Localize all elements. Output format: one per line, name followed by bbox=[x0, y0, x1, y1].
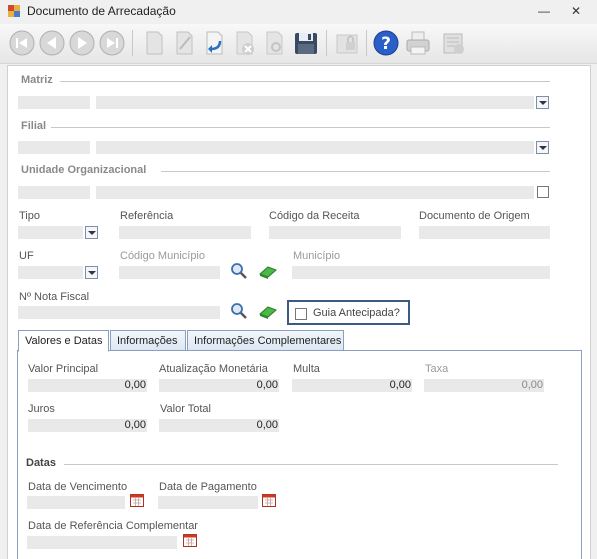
section-matriz: Matriz bbox=[21, 74, 53, 86]
section-filial: Filial bbox=[21, 120, 47, 132]
valor-principal-label: Valor Principal bbox=[28, 363, 99, 375]
uf-field[interactable] bbox=[18, 266, 83, 279]
codigo-municipio-field[interactable] bbox=[119, 266, 220, 279]
taxa-field[interactable]: 0,00 bbox=[424, 379, 544, 392]
search-document-icon[interactable] bbox=[260, 29, 288, 57]
tipo-field[interactable] bbox=[18, 226, 83, 239]
documento-origem-label: Documento de Origem bbox=[419, 210, 530, 222]
print-icon[interactable] bbox=[404, 29, 432, 57]
close-button[interactable]: ✕ bbox=[568, 3, 584, 19]
app-icon bbox=[7, 4, 21, 18]
filial-name-field[interactable] bbox=[96, 141, 534, 154]
lock-icon[interactable] bbox=[333, 29, 361, 57]
divider bbox=[51, 127, 550, 128]
codigo-municipio-label: Código Município bbox=[120, 250, 205, 262]
divider bbox=[64, 464, 558, 465]
uf-dropdown-icon[interactable] bbox=[85, 266, 98, 279]
report-icon[interactable] bbox=[440, 29, 468, 57]
atualizacao-label: Atualização Monetária bbox=[159, 363, 268, 375]
svg-text:?: ? bbox=[381, 34, 391, 54]
calendar-icon[interactable] bbox=[262, 493, 276, 507]
referencia-complementar-field[interactable] bbox=[27, 536, 177, 549]
filial-dropdown-icon[interactable] bbox=[536, 141, 549, 154]
vencimento-field[interactable] bbox=[27, 496, 125, 509]
tab-informacoes-complementares[interactable]: Informações Complementares bbox=[187, 330, 344, 351]
pagamento-field[interactable] bbox=[158, 496, 258, 509]
multa-label: Multa bbox=[293, 363, 320, 375]
documento-origem-field[interactable] bbox=[419, 226, 550, 239]
new-document-icon[interactable] bbox=[140, 29, 168, 57]
valor-total-field[interactable]: 0,00 bbox=[159, 419, 279, 432]
juros-label: Juros bbox=[28, 403, 55, 415]
guia-antecipada-checkbox[interactable] bbox=[295, 308, 307, 320]
guia-antecipada-label: Guia Antecipada? bbox=[313, 307, 400, 319]
matriz-code-field[interactable] bbox=[18, 96, 90, 109]
municipio-label: Município bbox=[293, 250, 341, 262]
calendar-icon[interactable] bbox=[130, 493, 144, 507]
valor-total-label: Valor Total bbox=[160, 403, 211, 415]
section-datas: Datas bbox=[26, 457, 56, 469]
window-title: Documento de Arrecadação bbox=[27, 4, 176, 18]
divider bbox=[161, 171, 550, 172]
save-icon[interactable] bbox=[292, 29, 320, 57]
tab-valores-datas[interactable]: Valores e Datas bbox=[18, 330, 109, 352]
referencia-field[interactable] bbox=[119, 226, 251, 239]
delete-icon[interactable] bbox=[230, 29, 258, 57]
matriz-dropdown-icon[interactable] bbox=[536, 96, 549, 109]
clear-eraser-icon[interactable] bbox=[258, 261, 278, 281]
calendar-icon[interactable] bbox=[183, 533, 197, 547]
next-record-icon[interactable] bbox=[68, 29, 96, 57]
tipo-dropdown-icon[interactable] bbox=[85, 226, 98, 239]
divider bbox=[60, 81, 550, 82]
minimize-button[interactable]: — bbox=[536, 3, 552, 19]
unidade-checkbox[interactable] bbox=[537, 186, 549, 198]
section-unidade: Unidade Organizacional bbox=[21, 164, 147, 176]
vencimento-label: Data de Vencimento bbox=[28, 481, 128, 493]
codigo-receita-field[interactable] bbox=[269, 226, 401, 239]
uf-label: UF bbox=[19, 250, 34, 262]
matriz-name-field[interactable] bbox=[96, 96, 534, 109]
guia-antecipada-box[interactable]: Guia Antecipada? bbox=[287, 300, 410, 325]
nota-fiscal-label: Nº Nota Fiscal bbox=[19, 291, 90, 303]
juros-field[interactable]: 0,00 bbox=[28, 419, 147, 432]
municipio-field[interactable] bbox=[292, 266, 550, 279]
multa-field[interactable]: 0,00 bbox=[292, 379, 412, 392]
unidade-name-field[interactable] bbox=[96, 186, 534, 199]
title-bar: Documento de Arrecadação — ✕ bbox=[0, 0, 597, 22]
edit-icon[interactable] bbox=[170, 29, 198, 57]
referencia-complementar-label: Data de Referência Complementar bbox=[28, 520, 198, 532]
search-nota-icon[interactable] bbox=[229, 301, 249, 321]
toolbar: ? bbox=[0, 24, 597, 64]
codigo-receita-label: Código da Receita bbox=[269, 210, 360, 222]
valor-principal-field[interactable]: 0,00 bbox=[28, 379, 147, 392]
referencia-label: Referência bbox=[120, 210, 174, 222]
filial-code-field[interactable] bbox=[18, 141, 90, 154]
atualizacao-field[interactable]: 0,00 bbox=[159, 379, 279, 392]
previous-record-icon[interactable] bbox=[38, 29, 66, 57]
undo-icon[interactable] bbox=[200, 29, 228, 57]
pagamento-label: Data de Pagamento bbox=[159, 481, 257, 493]
first-record-icon[interactable] bbox=[8, 29, 36, 57]
unidade-code-field[interactable] bbox=[18, 186, 90, 199]
last-record-icon[interactable] bbox=[98, 29, 126, 57]
help-icon[interactable]: ? bbox=[372, 29, 400, 57]
search-municipio-icon[interactable] bbox=[229, 261, 249, 281]
taxa-label: Taxa bbox=[425, 363, 449, 375]
nota-fiscal-field[interactable] bbox=[18, 306, 220, 319]
clear-eraser-icon[interactable] bbox=[258, 301, 278, 321]
tipo-label: Tipo bbox=[19, 210, 40, 222]
tab-informacoes[interactable]: Informações bbox=[110, 330, 186, 351]
